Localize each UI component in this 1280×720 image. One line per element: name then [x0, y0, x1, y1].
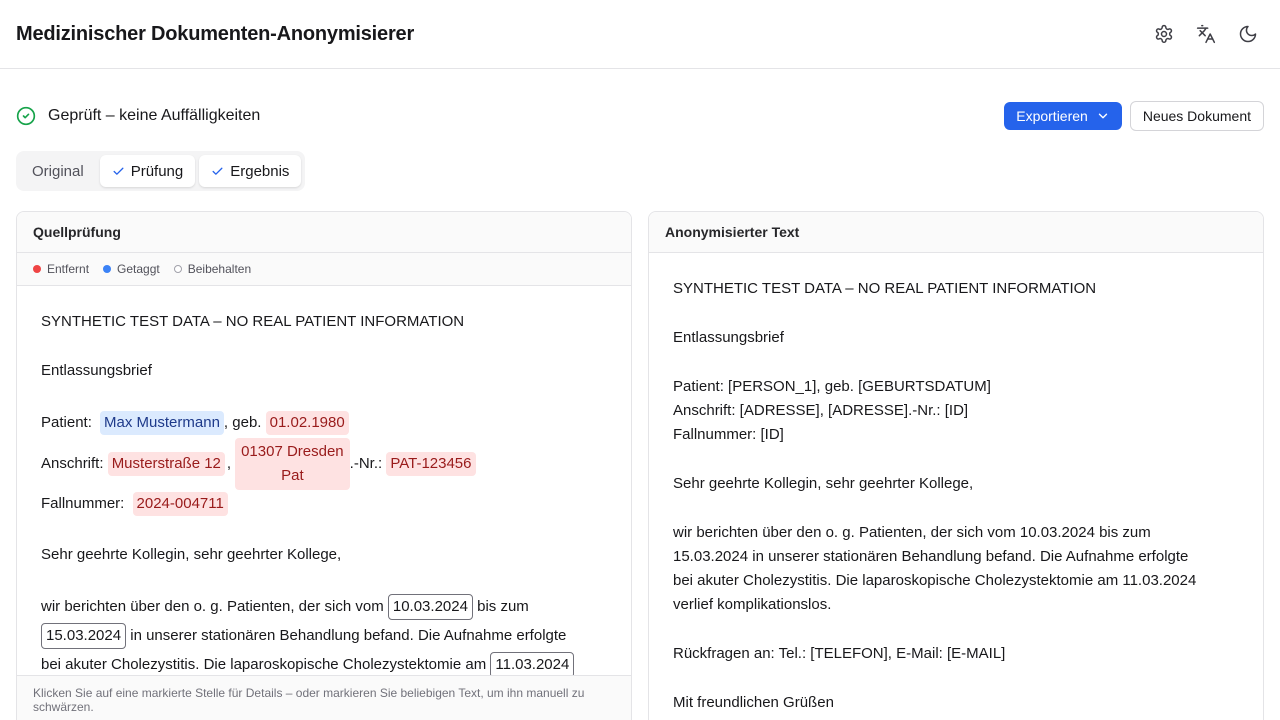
legend-removed: Entfernt: [33, 262, 89, 276]
status-actions: Exportieren Neues Dokument: [1004, 101, 1264, 131]
theme-toggle-button[interactable]: [1232, 18, 1264, 50]
doc-blank-line: [41, 567, 607, 592]
removed-dob-chip[interactable]: 01.02.1980: [265, 411, 349, 435]
check-icon: [212, 167, 223, 175]
legend: Entfernt Getaggt Beibehalten: [17, 253, 631, 286]
body-text: wir berichten über den o. g. Patienten, …: [41, 597, 388, 615]
legend-kept-label: Beibehalten: [187, 262, 252, 276]
anon-line: 15.03.2024 in unserer stationären Behand…: [673, 548, 1189, 565]
tab-ergebnis-label: Ergebnis: [230, 162, 290, 180]
kept-date-chip[interactable]: 15.03.2024: [41, 622, 127, 649]
anonymized-document[interactable]: SYNTHETIC TEST DATA – NO REAL PATIENT IN…: [649, 253, 1263, 715]
anon-line: Entlassungsbrief: [673, 329, 784, 346]
check-icon: [113, 167, 124, 175]
doc-blank-line: [41, 383, 607, 408]
anon-blank-line: [673, 666, 1239, 691]
language-button[interactable]: [1190, 18, 1222, 50]
status-indicator: Geprüft – keine Auffälligkeiten: [16, 106, 260, 126]
city-line-2: Pat: [281, 467, 304, 484]
gear-icon: [1155, 24, 1173, 43]
doc-line-patient: Patient: Max Mustermann , geb. 01.02.198…: [41, 408, 607, 438]
legend-tagged-label: Getaggt: [117, 262, 160, 276]
body-text: bis zum: [472, 597, 529, 615]
anon-line: bei akuter Cholezystitis. Die laparoskop…: [673, 572, 1197, 589]
address-comma: ,: [226, 455, 232, 472]
removed-city-chip[interactable]: 01307 Dresden Pat: [235, 438, 350, 490]
header-actions: [1148, 18, 1264, 50]
anon-blank-line: [673, 617, 1239, 642]
doc-line-address: Anschrift: Musterstraße 12 , 01307 Dresd…: [41, 438, 607, 490]
body-text: in unserer stationären Behandlung befand…: [126, 626, 567, 644]
removed-street-chip[interactable]: Musterstraße 12: [107, 452, 225, 476]
doc-line: Entlassungsbrief: [41, 362, 152, 379]
anon-line: Sehr geehrte Kollegin, sehr geehrter Kol…: [673, 475, 974, 492]
app-header: Medizinischer Dokumenten-Anonymisierer: [0, 0, 1280, 69]
new-document-button[interactable]: Neues Dokument: [1129, 101, 1264, 131]
tab-ergebnis[interactable]: Ergebnis: [199, 155, 302, 187]
export-button[interactable]: Exportieren: [1004, 102, 1122, 130]
translate-icon: [1196, 24, 1216, 44]
tab-pruefung-label: Prüfung: [130, 162, 184, 180]
check-circle-icon: [16, 106, 36, 126]
anonymized-text-panel: Anonymisierter Text SYNTHETIC TEST DATA …: [648, 211, 1264, 720]
patient-prefix: Patient:: [41, 414, 97, 431]
legend-kept: Beibehalten: [173, 262, 252, 276]
anon-line: Rückfragen an: Tel.: [TELEFON], E-Mail: …: [673, 645, 1006, 662]
doc-blank-line: [41, 518, 607, 543]
tab-pruefung[interactable]: Prüfung: [99, 155, 196, 187]
doc-line-body-1: wir berichten über den o. g. Patienten, …: [41, 592, 607, 621]
anon-line: SYNTHETIC TEST DATA – NO REAL PATIENT IN…: [673, 280, 1097, 297]
anon-line: Anschrift: [ADRESSE], [ADRESSE].-Nr.: [I…: [673, 402, 969, 419]
anon-line: Fallnummer: [ID]: [673, 426, 784, 443]
anon-blank-line: [673, 350, 1239, 375]
status-text: Geprüft – keine Auffälligkeiten: [48, 107, 261, 124]
doc-line: SYNTHETIC TEST DATA – NO REAL PATIENT IN…: [41, 313, 465, 330]
red-dot-icon: [33, 265, 41, 273]
doc-line-case: Fallnummer: 2024-004711: [41, 490, 607, 518]
address-prefix: Anschrift:: [41, 455, 108, 472]
review-hint: Klicken Sie auf eine markierte Stelle fü…: [17, 675, 631, 720]
legend-tagged: Getaggt: [103, 262, 160, 276]
anon-line: wir berichten über den o. g. Patienten, …: [673, 524, 1151, 541]
patient-mid: , geb.: [223, 414, 266, 431]
settings-button[interactable]: [1148, 18, 1180, 50]
app-title: Medizinischer Dokumenten-Anonymisierer: [16, 22, 415, 45]
export-button-label: Exportieren: [1016, 108, 1088, 124]
removed-patient-id-chip[interactable]: PAT-123456: [386, 452, 476, 476]
doc-line-greeting: Sehr geehrte Kollegin, sehr geehrter Kol…: [41, 546, 342, 563]
view-tabs: Original Prüfung Ergebnis: [16, 151, 306, 191]
tab-original-label: Original: [32, 162, 84, 180]
hollow-dot-icon: [173, 265, 182, 273]
body-text: bei akuter Cholezystitis. Die laparoskop…: [41, 655, 491, 673]
source-document[interactable]: SYNTHETIC TEST DATA – NO REAL PATIENT IN…: [17, 286, 631, 676]
case-prefix: Fallnummer:: [41, 495, 129, 512]
tab-original[interactable]: Original: [20, 155, 96, 187]
removed-case-id-chip[interactable]: 2024-004711: [132, 492, 228, 516]
doc-line-body-2: 15.03.2024 in unserer stationären Behand…: [41, 621, 607, 650]
kept-date-chip[interactable]: 10.03.2024: [387, 593, 473, 620]
blue-dot-icon: [103, 265, 112, 273]
kept-date-chip[interactable]: 11.03.2024: [490, 651, 575, 676]
anon-line: verlief komplikationslos.: [673, 596, 832, 613]
source-review-panel: Quellprüfung Entfernt Getaggt Beibehalte…: [16, 211, 632, 720]
moon-icon: [1239, 25, 1257, 43]
anonymized-text-title: Anonymisierter Text: [649, 212, 1263, 253]
anon-line: Mit freundlichen Grüßen: [673, 694, 834, 711]
chevron-down-icon: [1098, 113, 1108, 119]
anon-line: Patient: [PERSON_1], geb. [GEBURTSDATUM]: [673, 378, 991, 395]
city-line-1: 01307 Dresden: [241, 443, 344, 460]
legend-removed-label: Entfernt: [47, 262, 90, 276]
anon-blank-line: [673, 447, 1239, 472]
source-review-title: Quellprüfung: [17, 212, 631, 253]
doc-blank-line: [41, 334, 607, 359]
tagged-name-chip[interactable]: Max Mustermann: [100, 411, 224, 435]
anon-blank-line: [673, 496, 1239, 521]
address-mid: .-Nr.:: [349, 455, 387, 472]
status-row: Geprüft – keine Auffälligkeiten Exportie…: [16, 100, 1264, 132]
anon-blank-line: [673, 301, 1239, 326]
doc-line-body-3: bei akuter Cholezystitis. Die laparoskop…: [41, 650, 607, 676]
